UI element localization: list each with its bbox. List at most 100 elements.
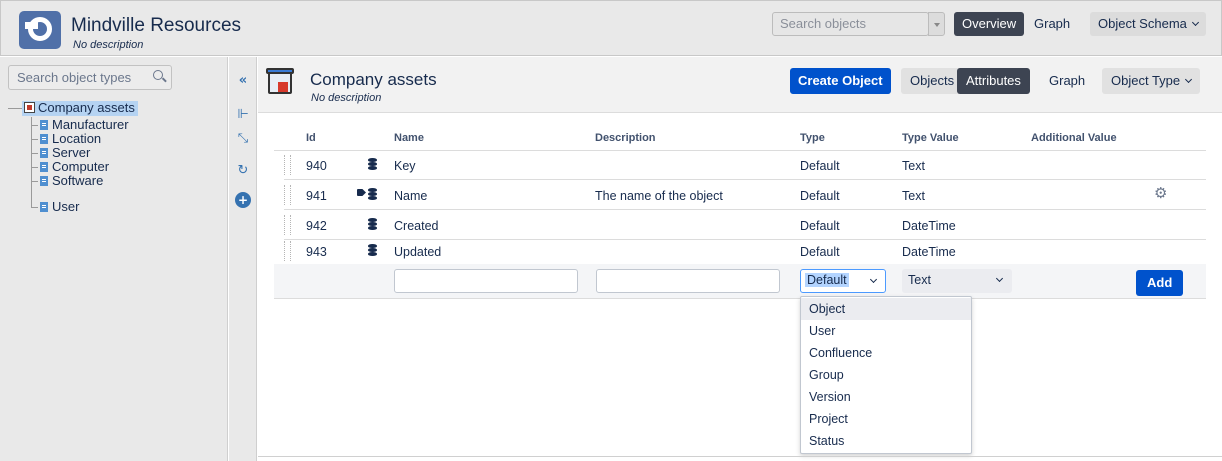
attribute-id: 941	[306, 189, 327, 203]
tree-item-company-assets[interactable]: Company assets	[22, 101, 138, 116]
tree-connector	[8, 108, 22, 109]
new-attribute-row: Default Text Add	[274, 264, 1206, 299]
drag-handle-icon[interactable]	[284, 185, 291, 205]
app-logo-icon	[19, 11, 61, 49]
object-type-icon	[40, 162, 48, 172]
attribute-type-value: DateTime	[902, 245, 956, 259]
tree-item-location[interactable]: Location	[40, 132, 101, 146]
dropdown-option-status[interactable]: Status	[801, 430, 971, 452]
attribute-type-select[interactable]: Default	[800, 269, 886, 293]
tab-graph[interactable]: Graph	[1040, 68, 1094, 94]
database-icon	[368, 244, 377, 256]
drag-handle-icon[interactable]	[284, 155, 291, 175]
search-object-types-input[interactable]: Search object types	[8, 65, 172, 90]
tree-item-label: Computer	[52, 159, 110, 174]
tree-item-label: Software	[52, 173, 104, 188]
tree-structure-icon[interactable]: ⊩	[235, 107, 251, 123]
tree-toolstrip: « ⊩ ⤡ ↻ +	[229, 57, 257, 461]
tree-item-user[interactable]: User	[40, 200, 79, 214]
database-icon	[368, 188, 377, 200]
drag-handle-icon[interactable]	[284, 215, 291, 235]
dropdown-option-group[interactable]: Group	[801, 364, 971, 386]
chevron-down-icon	[995, 274, 1004, 283]
column-header-name: Name	[394, 132, 424, 144]
tree-item-label: Company assets	[38, 100, 135, 115]
label-tag-icon	[357, 189, 366, 196]
object-type-icon	[24, 102, 35, 113]
chevron-down-icon	[1191, 18, 1199, 27]
object-type-icon	[40, 176, 48, 186]
object-schema-label: Object Schema	[1098, 16, 1187, 31]
gear-icon[interactable]: ⚙	[1154, 186, 1168, 201]
search-objects-input[interactable]: Search objects	[772, 12, 929, 36]
column-header-additional-value: Additional Value	[1031, 132, 1117, 144]
object-type-title: Company assets	[310, 70, 437, 89]
add-object-type-icon[interactable]: +	[235, 192, 251, 208]
add-attribute-button[interactable]: Add	[1136, 270, 1184, 296]
object-schema-menu[interactable]: Object Schema	[1090, 12, 1206, 36]
dropdown-option-user[interactable]: User	[801, 320, 971, 342]
tree-item-software[interactable]: Software	[40, 174, 103, 188]
attribute-row[interactable]: 941 Name The name of the object Default …	[284, 181, 1206, 210]
object-type-icon	[40, 120, 48, 130]
tab-objects[interactable]: Objects	[901, 68, 964, 94]
new-attribute-name-input[interactable]	[394, 269, 578, 293]
tree-item-label: Server	[52, 145, 91, 160]
attribute-type-value-select[interactable]: Text	[902, 269, 1012, 293]
attribute-type-value: Text	[902, 159, 925, 173]
attribute-type: Default	[800, 245, 840, 259]
attribute-name: Updated	[394, 245, 442, 259]
attribute-type-selected: Default	[805, 273, 849, 287]
company-assets-icon	[266, 66, 294, 96]
graph-button[interactable]: Graph	[1026, 12, 1078, 36]
attribute-row[interactable]: 942 Created Default DateTime	[284, 211, 1206, 240]
object-type-icon	[40, 148, 48, 158]
top-header: Mindville Resources No description Searc…	[0, 0, 1222, 56]
attribute-type: Default	[800, 159, 840, 173]
collapse-sidebar-icon[interactable]: «	[235, 73, 251, 89]
tree-item-label: Location	[52, 131, 102, 146]
attribute-row[interactable]: 943 Updated Default DateTime	[284, 237, 1206, 266]
dropdown-option-object[interactable]: Object	[801, 298, 971, 320]
tree-item-server[interactable]: Server	[40, 146, 90, 160]
dropdown-option-version[interactable]: Version	[801, 386, 971, 408]
attribute-row[interactable]: 940 Key Default Text	[284, 151, 1206, 180]
create-object-button[interactable]: Create Object	[790, 68, 891, 94]
column-header-id: Id	[306, 132, 316, 144]
object-type-icon	[40, 202, 48, 212]
new-attribute-description-input[interactable]	[596, 269, 780, 293]
tree-item-manufacturer[interactable]: Manufacturer	[40, 118, 129, 132]
dropdown-option-confluence[interactable]: Confluence	[801, 342, 971, 364]
tree-item-label: Manufacturer	[52, 117, 129, 132]
chevron-down-icon	[869, 275, 878, 284]
search-options-dropdown-icon[interactable]	[928, 12, 945, 36]
overview-button[interactable]: Overview	[954, 12, 1025, 36]
attribute-type-value-selected: Text	[908, 273, 931, 287]
database-icon	[368, 158, 377, 170]
dropdown-option-project[interactable]: Project	[801, 408, 971, 430]
object-type-menu[interactable]: Object Type	[1102, 68, 1201, 94]
tree-item-computer[interactable]: Computer	[40, 160, 109, 174]
search-object-types-placeholder: Search object types	[17, 70, 132, 85]
app-subtitle: No description	[73, 39, 144, 51]
search-icon	[153, 70, 163, 80]
drag-handle-icon[interactable]	[284, 241, 291, 261]
column-header-type-value: Type Value	[902, 132, 959, 144]
object-type-header: Company assets No description Create Obj…	[258, 57, 1222, 113]
tab-attributes[interactable]: Attributes	[957, 68, 1030, 94]
attribute-type-dropdown: Object User Confluence Group Version Pro…	[800, 296, 972, 454]
refresh-icon[interactable]: ↻	[235, 163, 251, 179]
object-type-subtitle: No description	[311, 92, 382, 104]
object-type-icon	[40, 134, 48, 144]
app-title: Mindville Resources	[71, 15, 242, 36]
attribute-type-value: Text	[902, 189, 925, 203]
attribute-description: The name of the object	[595, 189, 723, 203]
object-type-panel: Company assets No description Create Obj…	[258, 57, 1222, 461]
attribute-type: Default	[800, 219, 840, 233]
object-type-menu-label: Object Type	[1111, 73, 1181, 88]
object-type-sidebar: Search object types Company assets Manuf…	[0, 57, 228, 461]
panel-bottom-border	[258, 456, 1222, 457]
column-header-description: Description	[595, 132, 656, 144]
attribute-type: Default	[800, 189, 840, 203]
shrink-icon[interactable]: ⤡	[235, 131, 251, 147]
